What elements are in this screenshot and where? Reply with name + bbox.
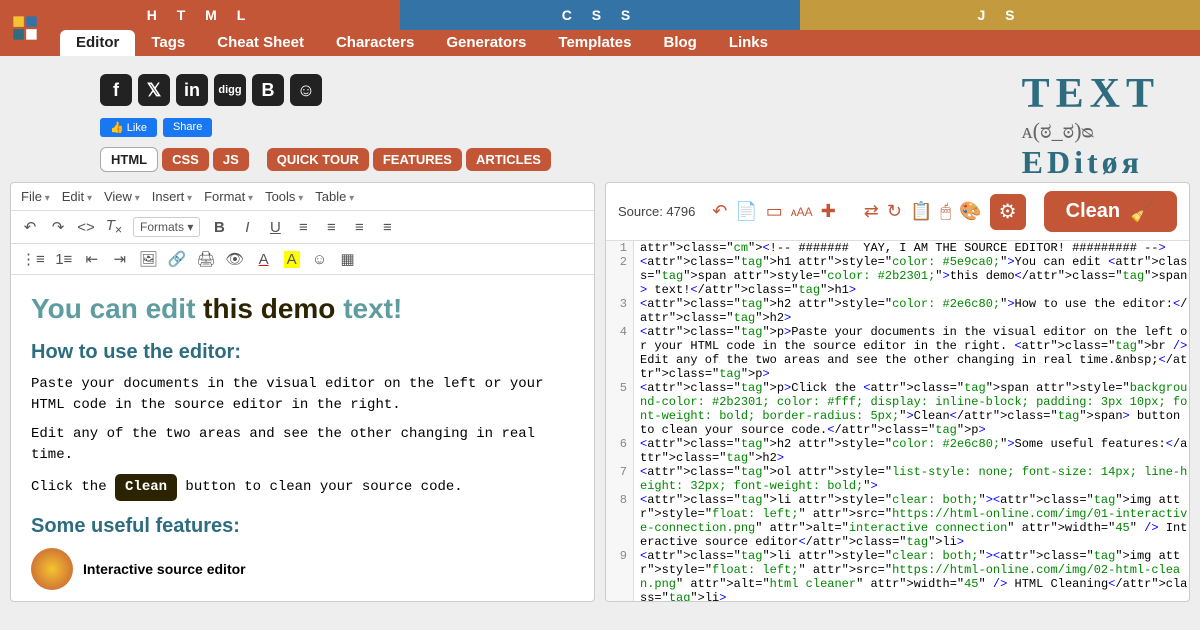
- top-tab-html[interactable]: H T M L: [0, 0, 400, 30]
- emoji-icon[interactable]: ☺: [311, 251, 329, 268]
- nav-cheatsheet[interactable]: Cheat Sheet: [201, 30, 320, 56]
- nav-blog[interactable]: Blog: [647, 30, 712, 56]
- plus-icon[interactable]: ✚: [821, 201, 836, 222]
- align-center-icon[interactable]: ≡: [322, 219, 340, 236]
- align-justify-icon[interactable]: ≡: [378, 219, 396, 236]
- formats-dropdown[interactable]: Formats ▾: [133, 217, 200, 237]
- subtab-css[interactable]: CSS: [162, 148, 209, 171]
- menu-view[interactable]: View: [104, 189, 140, 204]
- palette-icon[interactable]: 🎨: [959, 201, 981, 222]
- twitter-icon[interactable]: 𝕏: [138, 74, 170, 106]
- indent-icon[interactable]: ⇥: [111, 250, 129, 268]
- subtab-js[interactable]: JS: [213, 148, 249, 171]
- tool3-icon[interactable]: 📋: [910, 201, 932, 222]
- number-list-icon[interactable]: 1≡: [55, 251, 73, 268]
- brand-logo: TEXT ᴀ(ಠ_ಠ)ᴓ EDitøя TextEditor.com: [1022, 70, 1160, 181]
- nav-links[interactable]: Links: [713, 30, 784, 56]
- align-right-icon[interactable]: ≡: [350, 219, 368, 236]
- menu-insert[interactable]: Insert: [152, 189, 192, 204]
- linkedin-icon[interactable]: in: [176, 74, 208, 106]
- table-icon[interactable]: ▦: [339, 250, 357, 268]
- fb-share-button[interactable]: Share: [163, 118, 212, 137]
- bullet-list-icon[interactable]: ⋮≡: [21, 250, 45, 268]
- menu-edit[interactable]: Edit: [62, 189, 92, 204]
- tool4-icon[interactable]: 🖱: [940, 201, 951, 222]
- preview-icon[interactable]: 👁: [226, 250, 245, 268]
- blogger-icon[interactable]: B: [252, 74, 284, 106]
- subtab-features[interactable]: FEATURES: [373, 148, 462, 171]
- align-left-icon[interactable]: ≡: [294, 219, 312, 236]
- menu-file[interactable]: File: [21, 189, 50, 204]
- digg-icon[interactable]: digg: [214, 74, 246, 106]
- underline-icon[interactable]: U: [266, 219, 284, 236]
- top-tab-css[interactable]: C S S: [400, 0, 800, 30]
- subtab-quicktour[interactable]: QUICK TOUR: [267, 148, 369, 171]
- image-icon[interactable]: 🖼: [139, 250, 158, 268]
- link-icon[interactable]: 🔗: [168, 250, 187, 268]
- visual-editor-body[interactable]: You can edit this demo text! How to use …: [11, 275, 594, 601]
- main-nav: Editor Tags Cheat Sheet Characters Gener…: [0, 30, 1200, 56]
- bold-icon[interactable]: B: [210, 219, 228, 236]
- tool2-icon[interactable]: ↻: [887, 201, 902, 222]
- visual-editor-pane: File Edit View Insert Format Tools Table…: [10, 182, 595, 602]
- menu-format[interactable]: Format: [204, 189, 253, 204]
- bgcolor-icon[interactable]: A: [283, 251, 301, 268]
- print-icon[interactable]: 🖨: [197, 250, 216, 268]
- subtab-html[interactable]: HTML: [100, 147, 158, 172]
- source-char-count: Source: 4796: [618, 204, 695, 219]
- textcolor-icon[interactable]: A: [255, 251, 273, 268]
- menu-tools[interactable]: Tools: [265, 189, 303, 204]
- code-icon[interactable]: <>: [77, 219, 95, 236]
- fontsize-icon[interactable]: ᴀAA: [791, 205, 813, 219]
- source-editor-pane: Source: 4796 ↶ 📄 ▭ ᴀAA ✚ ⇄ ↻ 📋 🖱 🎨 ⚙ Cle…: [605, 182, 1190, 602]
- nav-generators[interactable]: Generators: [430, 30, 542, 56]
- source-code-editor[interactable]: 1attr">class="cm"><!-- ####### YAY, I AM…: [606, 241, 1189, 601]
- facebook-icon[interactable]: f: [100, 74, 132, 106]
- nav-tags[interactable]: Tags: [135, 30, 201, 56]
- new-doc-icon[interactable]: ▭: [766, 201, 783, 222]
- italic-icon[interactable]: I: [238, 219, 256, 236]
- site-logo[interactable]: [0, 0, 50, 56]
- copy-icon[interactable]: 📄: [735, 201, 757, 222]
- redo-icon[interactable]: ↷: [49, 218, 67, 236]
- undo-icon[interactable]: ↶: [21, 218, 39, 236]
- outdent-icon[interactable]: ⇤: [83, 250, 101, 268]
- settings-icon[interactable]: ⚙: [990, 194, 1026, 230]
- subtab-articles[interactable]: ARTICLES: [466, 148, 551, 171]
- nav-characters[interactable]: Characters: [320, 30, 430, 56]
- tool1-icon[interactable]: ⇄: [864, 201, 879, 222]
- undo-source-icon[interactable]: ↶: [712, 201, 727, 222]
- clean-button[interactable]: Clean 🧹: [1044, 191, 1177, 232]
- nav-editor[interactable]: Editor: [60, 30, 135, 56]
- nav-templates[interactable]: Templates: [542, 30, 647, 56]
- top-tab-js[interactable]: J S: [800, 0, 1200, 30]
- reddit-icon[interactable]: ☺: [290, 74, 322, 106]
- clean-chip: Clean: [115, 474, 177, 501]
- fb-like-button[interactable]: 👍 Like: [100, 118, 157, 137]
- clear-format-icon[interactable]: T×: [105, 217, 123, 237]
- menu-table[interactable]: Table: [315, 189, 354, 204]
- feature-icon: [31, 548, 73, 590]
